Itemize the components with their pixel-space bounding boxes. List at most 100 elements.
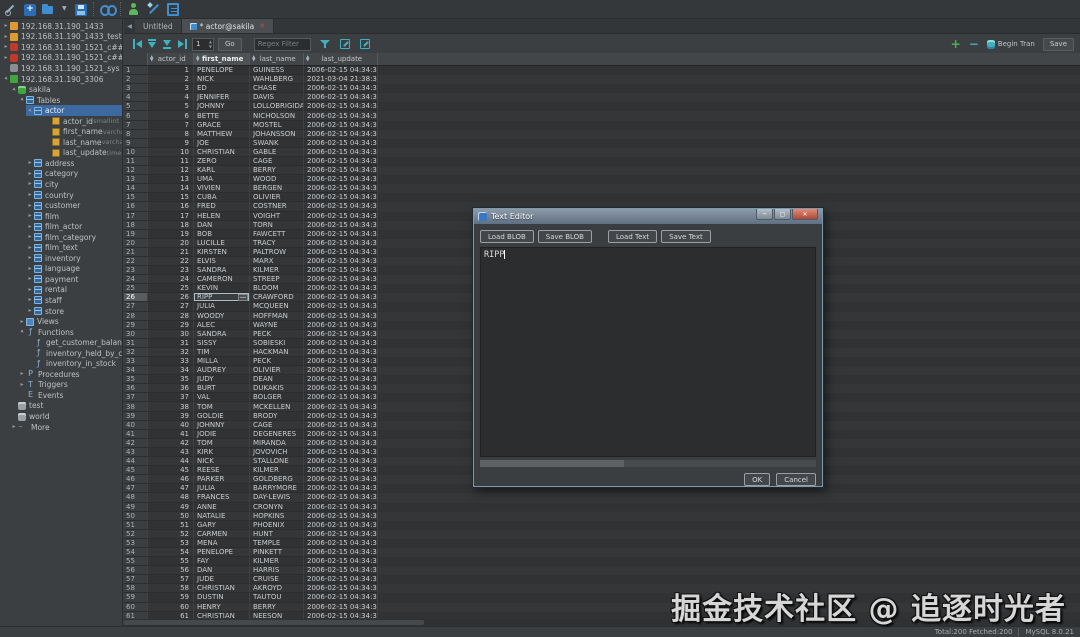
cell-last[interactable]: HOFFMAN bbox=[250, 312, 304, 321]
collapsed-arrow-icon[interactable]: ▸ bbox=[26, 169, 34, 179]
cell-id[interactable]: 3 bbox=[148, 84, 194, 93]
table-row[interactable]: 1111ZEROCAGE2006-02-15 04:34:33 bbox=[124, 157, 1080, 166]
collapsed-arrow-icon[interactable]: ▸ bbox=[18, 380, 26, 390]
cell-first[interactable]: JUDY bbox=[194, 375, 250, 384]
tree-item-category[interactable]: ▸category bbox=[26, 169, 122, 180]
cell-num[interactable]: 41 bbox=[124, 430, 148, 439]
tab-untitled[interactable]: Untitled bbox=[135, 19, 182, 33]
cell-date[interactable]: 2006-02-15 04:34:33 bbox=[304, 93, 378, 102]
cell-first[interactable]: CHRISTIAN bbox=[194, 612, 250, 619]
page-number-input[interactable]: 1 ▲▼ bbox=[192, 38, 214, 51]
collapsed-arrow-icon[interactable]: ▸ bbox=[2, 42, 10, 52]
column-header-last-name[interactable]: ▲▼ last_name bbox=[250, 53, 304, 65]
cell-id[interactable]: 31 bbox=[148, 339, 194, 348]
cell-first[interactable]: CHRISTIAN bbox=[194, 148, 250, 157]
cell-first[interactable]: KIRK bbox=[194, 448, 250, 457]
user-icon[interactable] bbox=[127, 2, 141, 16]
import-icon[interactable] bbox=[340, 39, 350, 49]
cell-last[interactable]: BOLGER bbox=[250, 393, 304, 402]
cell-num[interactable]: 12 bbox=[124, 166, 148, 175]
cell-date[interactable]: 2006-02-15 04:34:33 bbox=[304, 130, 378, 139]
cell-last[interactable]: DEGENERES bbox=[250, 430, 304, 439]
cell-last[interactable]: CRAWFORD bbox=[250, 293, 304, 302]
cell-first[interactable]: TIM bbox=[194, 348, 250, 357]
tree-item-rental[interactable]: ▸rental bbox=[26, 285, 122, 296]
cell-last[interactable]: MARX bbox=[250, 257, 304, 266]
tree-item-inventory_held_by_cust..[interactable]: ƒinventory_held_by_cust.. bbox=[26, 348, 122, 359]
cell-first[interactable]: JOHNNY bbox=[194, 102, 250, 111]
tree-item-last_update[interactable]: last_updatetimest bbox=[44, 148, 122, 159]
cell-date[interactable]: 2021-03-04 21:38:33 bbox=[304, 75, 378, 84]
cell-num[interactable]: 7 bbox=[124, 121, 148, 130]
regex-filter-input[interactable]: Regex Filter bbox=[254, 38, 311, 51]
cell-first[interactable]: RIPP… bbox=[194, 293, 250, 302]
collapsed-arrow-icon[interactable]: ▸ bbox=[26, 201, 34, 211]
column-header-last-update[interactable]: ▲▼ last_update bbox=[304, 53, 378, 65]
cell-id[interactable]: 55 bbox=[148, 557, 194, 566]
cell-num[interactable]: 53 bbox=[124, 539, 148, 548]
cell-num[interactable]: 50 bbox=[124, 512, 148, 521]
cell-num[interactable]: 2 bbox=[124, 75, 148, 84]
cell-num[interactable]: 26 bbox=[124, 293, 148, 302]
add-row-icon[interactable]: + bbox=[951, 37, 961, 51]
collapsed-arrow-icon[interactable]: ▸ bbox=[2, 21, 10, 31]
cell-first[interactable]: BURT bbox=[194, 384, 250, 393]
collapsed-arrow-icon[interactable]: ▸ bbox=[26, 274, 34, 284]
table-row[interactable]: 5050NATALIEHOPKINS2006-02-15 04:34:33 bbox=[124, 512, 1080, 521]
cell-id[interactable]: 8 bbox=[148, 130, 194, 139]
cell-num[interactable]: 10 bbox=[124, 148, 148, 157]
cell-date[interactable]: 2006-02-15 04:34:33 bbox=[304, 484, 378, 493]
cell-date[interactable]: 2006-02-15 04:34:33 bbox=[304, 448, 378, 457]
grid-corner-cell[interactable] bbox=[124, 53, 148, 65]
tree-item-world[interactable]: world bbox=[10, 411, 122, 422]
cell-date[interactable]: 2006-02-15 04:34:33 bbox=[304, 612, 378, 619]
table-row[interactable]: 1010CHRISTIANGABLE2006-02-15 04:34:33 bbox=[124, 148, 1080, 157]
cell-first[interactable]: PARKER bbox=[194, 475, 250, 484]
cell-num[interactable]: 20 bbox=[124, 239, 148, 248]
tree-item-first_name[interactable]: first_namevarchar bbox=[44, 126, 122, 137]
cell-first[interactable]: BETTE bbox=[194, 111, 250, 120]
cell-num[interactable]: 8 bbox=[124, 130, 148, 139]
cell-id[interactable]: 17 bbox=[148, 212, 194, 221]
table-row[interactable]: 5656DANHARRIS2006-02-15 04:34:33 bbox=[124, 566, 1080, 575]
minimize-icon[interactable]: ─ bbox=[756, 209, 773, 220]
cell-last[interactable]: PECK bbox=[250, 330, 304, 339]
tree-item-Views[interactable]: ▸Views bbox=[18, 316, 122, 327]
cell-num[interactable]: 38 bbox=[124, 402, 148, 411]
cell-num[interactable]: 44 bbox=[124, 457, 148, 466]
tab-actor-sakila[interactable]: * actor@sakila ✕ bbox=[182, 19, 274, 33]
cell-first[interactable]: JULIA bbox=[194, 484, 250, 493]
cell-id[interactable]: 11 bbox=[148, 157, 194, 166]
cell-num[interactable]: 42 bbox=[124, 439, 148, 448]
cell-first[interactable]: LUCILLE bbox=[194, 239, 250, 248]
cell-num[interactable]: 46 bbox=[124, 475, 148, 484]
cell-id[interactable]: 61 bbox=[148, 612, 194, 619]
cell-last[interactable]: MCKELLEN bbox=[250, 402, 304, 411]
cell-last[interactable]: HUNT bbox=[250, 530, 304, 539]
cell-first[interactable]: JULIA bbox=[194, 302, 250, 311]
cell-id[interactable]: 46 bbox=[148, 475, 194, 484]
table-row[interactable]: 1414VIVIENBERGEN2006-02-15 04:34:33 bbox=[124, 184, 1080, 193]
new-query-icon[interactable]: + bbox=[24, 4, 36, 16]
collapsed-arrow-icon[interactable]: ▸ bbox=[10, 422, 18, 432]
cell-last[interactable]: KILMER bbox=[250, 557, 304, 566]
tree-item-language[interactable]: ▸language bbox=[26, 264, 122, 275]
cell-date[interactable]: 2006-02-15 04:34:33 bbox=[304, 221, 378, 230]
cell-first[interactable]: VAL bbox=[194, 393, 250, 402]
cell-date[interactable]: 2006-02-15 04:34:33 bbox=[304, 339, 378, 348]
table-row[interactable]: 1515CUBAOLIVIER2006-02-15 04:34:33 bbox=[124, 193, 1080, 202]
cell-id[interactable]: 12 bbox=[148, 166, 194, 175]
cell-num[interactable]: 17 bbox=[124, 212, 148, 221]
collapsed-arrow-icon[interactable]: ▸ bbox=[26, 179, 34, 189]
tree-item-192.168.31.190_1433[interactable]: ▸192.168.31.190_1433 bbox=[2, 21, 122, 32]
table-row[interactable]: 5555FAYKILMER2006-02-15 04:34:33 bbox=[124, 557, 1080, 566]
cell-num[interactable]: 48 bbox=[124, 493, 148, 502]
cell-date[interactable]: 2006-02-15 04:34:33 bbox=[304, 566, 378, 575]
tree-item-film_actor[interactable]: ▸film_actor bbox=[26, 221, 122, 232]
cell-date[interactable]: 2006-02-15 04:34:33 bbox=[304, 593, 378, 602]
tree-item-More[interactable]: ▸···More bbox=[10, 422, 122, 433]
cell-id[interactable]: 43 bbox=[148, 448, 194, 457]
cell-date[interactable]: 2006-02-15 04:34:33 bbox=[304, 312, 378, 321]
table-row[interactable]: 66BETTENICHOLSON2006-02-15 04:34:33 bbox=[124, 111, 1080, 120]
cell-num[interactable]: 51 bbox=[124, 521, 148, 530]
